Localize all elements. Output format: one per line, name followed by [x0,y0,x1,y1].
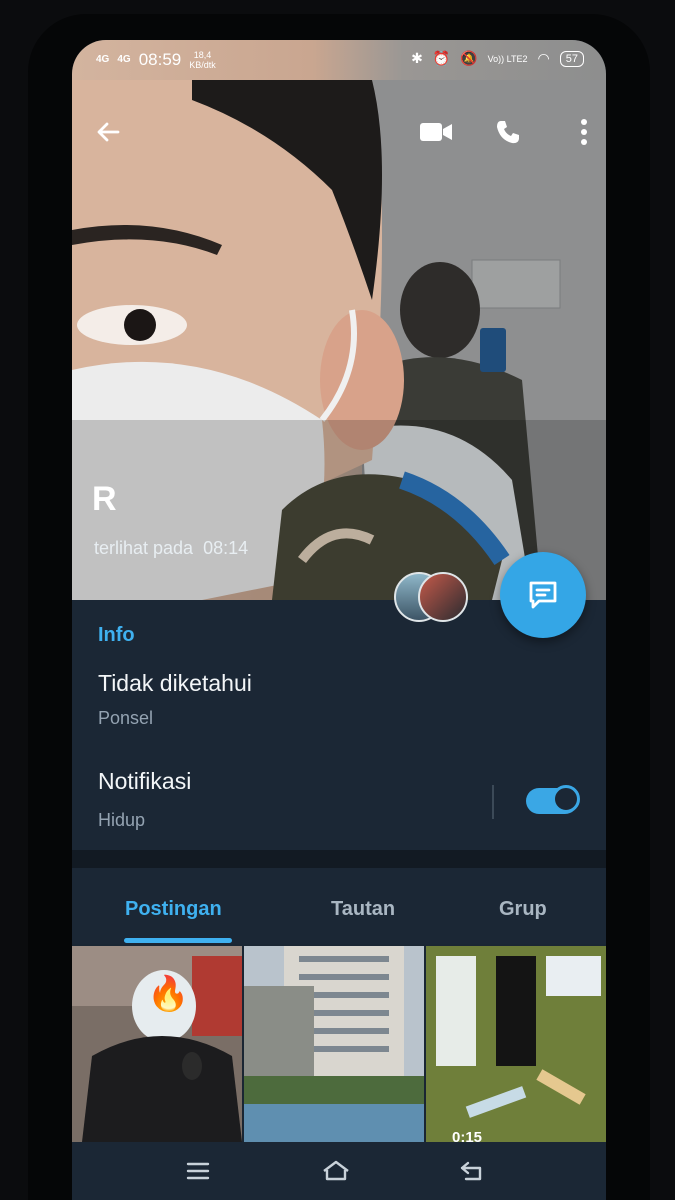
last-seen: terlihat pada 08:14 [94,538,248,559]
last-seen-time: 08:14 [203,538,249,558]
info-title: Info [98,624,135,646]
media-thumbnail [426,946,606,1142]
phone-number-value[interactable]: Tidak diketahui [98,670,252,697]
section-gap [72,850,606,868]
screen: 4G 4G 08:59 18,4 KB/dtk ✱ ⏰ 🔕 Vo)) LTE2 … [72,40,606,1200]
profile-name: R [92,480,117,518]
status-bar: 4G 4G 08:59 18,4 KB/dtk ✱ ⏰ 🔕 Vo)) LTE2 … [72,40,606,82]
data-rate-value: 18,4 [193,50,212,60]
phone-number-label: Ponsel [98,708,154,728]
phone-icon [497,121,519,144]
video-call-icon [420,123,452,141]
back-nav-icon [460,1161,482,1181]
wifi-icon: ◠ [537,50,550,66]
tab-grup[interactable]: Grup [499,898,547,921]
home-icon [323,1160,349,1181]
last-seen-label: terlihat pada [94,538,194,558]
media-tabs: Postingan Tautan Grup [72,868,606,944]
notifications-title[interactable]: Notifikasi [98,768,191,795]
tab-tautan[interactable]: Tautan [331,898,395,921]
notifications-toggle[interactable] [526,785,580,814]
toggle-knob [552,785,580,813]
info-section: Info Tidak diketahui Ponsel Notifikasi H… [72,600,606,850]
more-vert-icon [581,119,587,145]
message-icon [529,581,557,609]
avatar [418,572,468,622]
home-button[interactable] [314,1156,358,1186]
fire-emoji-icon: 🔥 [147,975,190,1013]
status-right: ✱ ⏰ 🔕 Vo)) LTE2 ◠ 57 [411,50,584,67]
media-tile[interactable]: 🔥 [72,946,242,1142]
system-nav-bar [72,1142,606,1200]
send-message-button[interactable] [500,552,586,638]
active-tab-indicator [124,938,232,943]
menu-button[interactable] [176,1156,220,1186]
more-options-button[interactable] [562,110,606,154]
media-grid: 🔥 0:15 [72,946,606,1142]
menu-icon [186,1162,210,1180]
status-time: 08:59 [138,50,182,69]
voice-call-button[interactable] [486,110,530,154]
back-button[interactable] [86,110,130,154]
media-thumbnail [244,946,424,1142]
app-bar [72,110,606,160]
common-avatars[interactable] [394,572,474,622]
signal-1: 4G [96,54,110,65]
network-type: Vo)) LTE2 [487,53,528,64]
notifications-status: Hidup [98,810,146,830]
alarm-icon: ⏰ [432,50,451,66]
data-rate: 18,4 KB/dtk [189,50,216,70]
mute-icon: 🔕 [460,50,478,66]
back-arrow-icon [97,122,120,142]
video-duration: 0:15 [452,1129,483,1142]
data-rate-unit: KB/dtk [189,60,216,70]
row-divider [492,785,494,819]
media-tile[interactable] [244,946,424,1142]
tab-postingan[interactable]: Postingan [125,898,222,921]
signal-2: 4G [117,54,131,65]
bluetooth-icon: ✱ [411,50,423,66]
back-nav-button[interactable] [450,1156,494,1186]
video-call-button[interactable] [414,110,458,154]
status-left: 4G 4G 08:59 18,4 KB/dtk [96,50,216,70]
battery-level: 57 [559,50,584,67]
media-tile[interactable]: 0:15 [426,946,606,1142]
